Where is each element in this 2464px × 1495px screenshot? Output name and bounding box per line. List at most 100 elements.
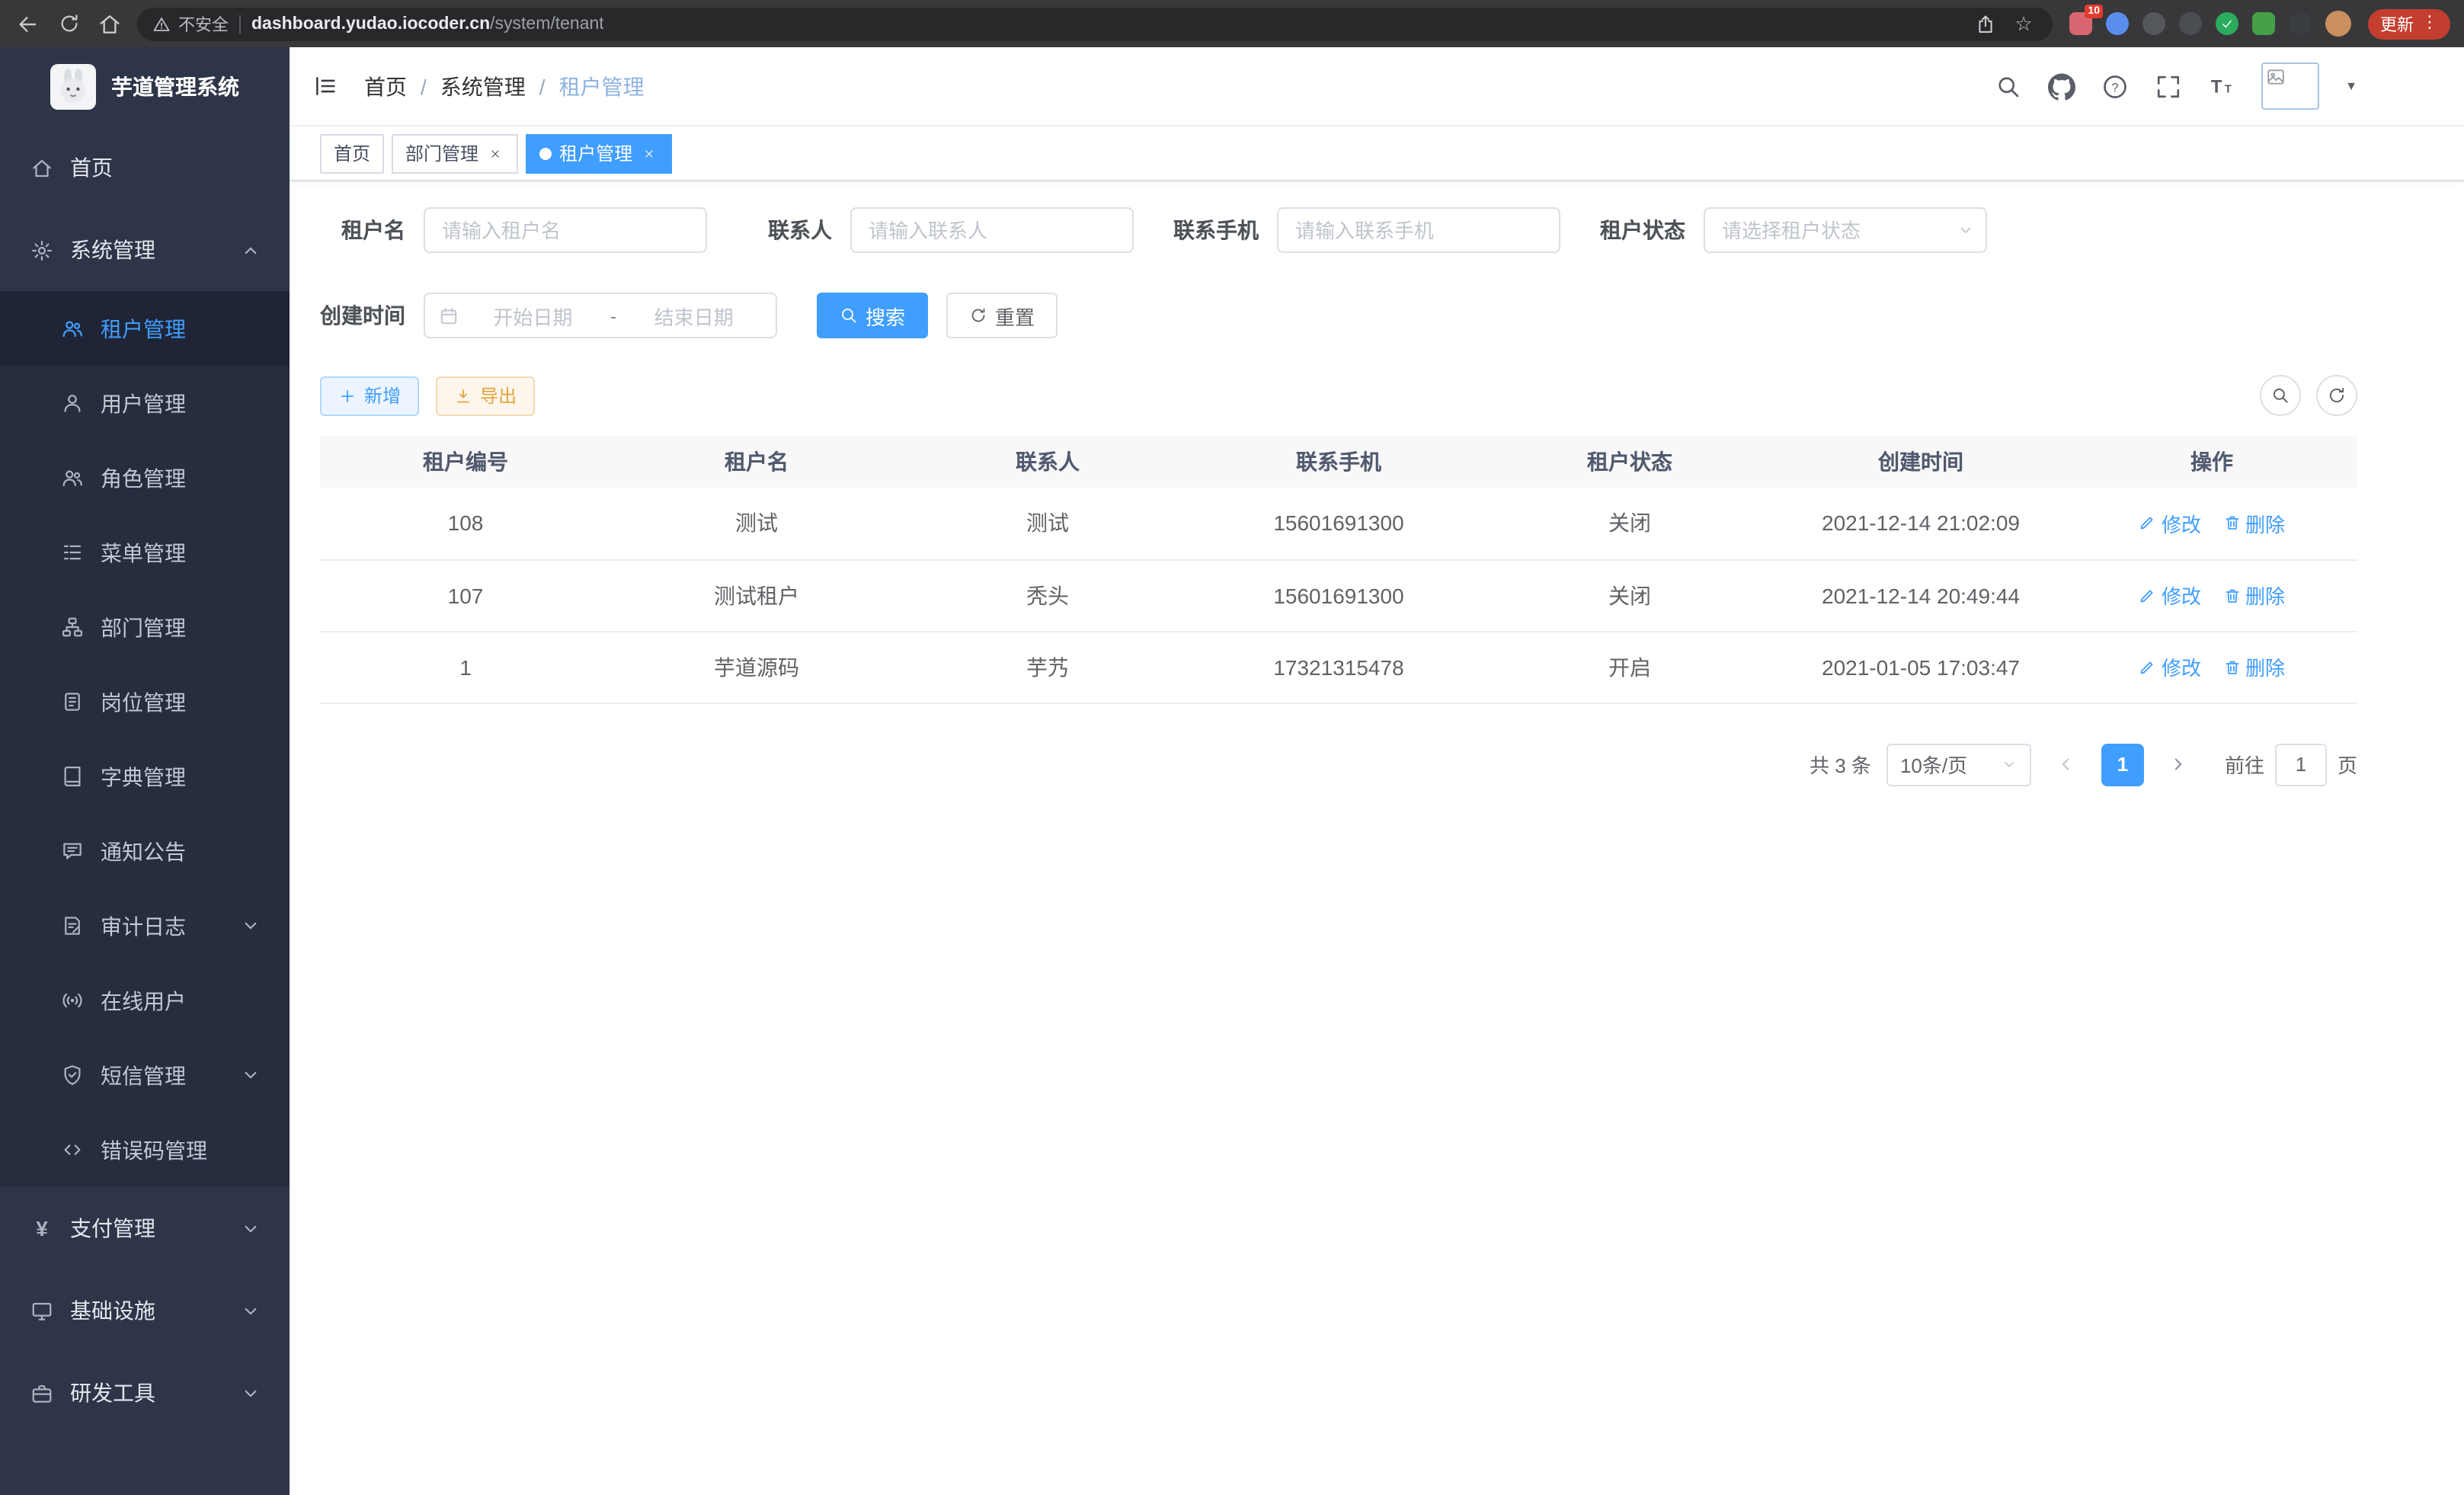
sidebar-item-dict[interactable]: 字典管理 <box>0 739 290 814</box>
chevron-down-icon <box>239 1217 262 1240</box>
tab-home[interactable]: 首页 <box>320 133 384 173</box>
edit-link[interactable]: 修改 <box>2139 581 2201 610</box>
date-end-placeholder[interactable]: 结束日期 <box>626 301 762 330</box>
refresh-table-button[interactable] <box>2316 375 2357 416</box>
id-card-icon <box>61 690 84 713</box>
update-button[interactable]: 更新 ⋮ <box>2368 8 2450 39</box>
reset-button[interactable]: 重置 <box>946 293 1058 338</box>
status-select-input[interactable] <box>1704 207 1987 253</box>
edit-link[interactable]: 修改 <box>2139 509 2201 538</box>
tab-tenant[interactable]: 租户管理 <box>526 133 672 173</box>
share-icon[interactable] <box>1972 10 1999 37</box>
tab-label: 首页 <box>334 140 370 166</box>
sidebar-item-home[interactable]: 首页 <box>0 126 290 209</box>
search-button[interactable]: 搜索 <box>817 293 928 338</box>
home-button[interactable] <box>96 10 123 37</box>
monitor-icon <box>30 1299 53 1322</box>
current-page[interactable]: 1 <box>2101 743 2144 786</box>
menu-label: 菜单管理 <box>101 537 262 568</box>
col-tenant-name: 租户名 <box>611 436 902 488</box>
breadcrumb-home[interactable]: 首页 <box>364 71 407 101</box>
org-tree-icon <box>61 616 84 639</box>
sidebar-item-menu[interactable]: 菜单管理 <box>0 515 290 590</box>
site-security[interactable]: 不安全 <box>152 11 229 36</box>
delete-link[interactable]: 删除 <box>2222 581 2285 610</box>
cell-mobile: 15601691300 <box>1193 488 1484 559</box>
address-bar[interactable]: 不安全 dashboard.yudao.iocoder.cn/system/te… <box>137 7 2053 40</box>
tab-label: 部门管理 <box>405 140 478 166</box>
sidebar-menu: 首页 系统管理 租户管理 用户管理 <box>0 126 290 1495</box>
cell-created: 2021-12-14 21:02:09 <box>1775 488 2066 559</box>
export-button[interactable]: 导出 <box>436 376 535 415</box>
profile-avatar[interactable] <box>2325 11 2351 37</box>
close-icon[interactable] <box>486 144 504 162</box>
edit-link[interactable]: 修改 <box>2139 652 2201 681</box>
extension-icon-2[interactable] <box>2106 12 2129 35</box>
prev-page-button[interactable] <box>2046 743 2086 786</box>
status-select[interactable] <box>1704 207 1987 253</box>
reload-button[interactable] <box>55 10 82 37</box>
mobile-input[interactable] <box>1277 207 1560 253</box>
sidebar-item-online-users[interactable]: 在线用户 <box>0 963 290 1038</box>
help-icon[interactable]: ? <box>2101 72 2129 100</box>
bookmark-star-icon[interactable]: ☆ <box>2010 10 2037 37</box>
broken-image-icon <box>2266 67 2286 87</box>
sidebar-item-audit-log[interactable]: 审计日志 <box>0 888 290 963</box>
table-toolbar: 新增 导出 <box>320 375 2357 416</box>
next-page-button[interactable] <box>2159 743 2199 786</box>
avatar-caret-icon[interactable]: ▼ <box>2345 79 2357 93</box>
delete-link[interactable]: 删除 <box>2222 652 2285 681</box>
code-icon <box>61 1138 84 1161</box>
breadcrumb-separator: / <box>539 74 546 98</box>
goto-page-input[interactable] <box>2275 743 2327 786</box>
extension-icon-6[interactable] <box>2252 12 2275 35</box>
back-button[interactable] <box>14 10 41 37</box>
toggle-search-button[interactable] <box>2260 375 2301 416</box>
cell-id: 108 <box>320 488 611 559</box>
calendar-icon <box>439 306 459 325</box>
sidebar-item-dept[interactable]: 部门管理 <box>0 590 290 664</box>
add-button[interactable]: 新增 <box>320 376 419 415</box>
cell-status: 开启 <box>1484 631 1775 703</box>
date-start-placeholder[interactable]: 开始日期 <box>465 301 601 330</box>
top-header: 首页 / 系统管理 / 租户管理 ? TT ▼ <box>290 47 2464 126</box>
table-row: 108 测试 测试 15601691300 关闭 2021-12-14 21:0… <box>320 488 2357 559</box>
breadcrumb-system[interactable]: 系统管理 <box>440 71 526 101</box>
user-avatar[interactable] <box>2261 62 2319 110</box>
sidebar-item-payment[interactable]: ¥ 支付管理 <box>0 1187 290 1269</box>
extension-icon-1[interactable]: 10 <box>2069 12 2092 35</box>
url-host: dashboard.yudao.iocoder.cn <box>251 14 490 33</box>
sidebar-item-error-code[interactable]: 错误码管理 <box>0 1112 290 1187</box>
page-size-select[interactable]: 10条/页 <box>1886 743 2031 786</box>
github-icon[interactable] <box>2048 72 2075 100</box>
pagination: 共 3 条 10条/页 1 前往 页 <box>320 743 2357 786</box>
sidebar-item-role[interactable]: 角色管理 <box>0 440 290 515</box>
users-icon <box>61 466 84 489</box>
sidebar-item-infra[interactable]: 基础设施 <box>0 1269 290 1352</box>
reset-button-label: 重置 <box>995 301 1035 330</box>
contact-input[interactable] <box>850 207 1134 253</box>
tenant-name-input[interactable] <box>424 207 707 253</box>
extension-icon-7[interactable] <box>2289 12 2312 35</box>
font-size-icon[interactable]: TT <box>2208 72 2235 100</box>
sidebar-item-system[interactable]: 系统管理 <box>0 209 290 291</box>
close-icon[interactable] <box>640 144 658 162</box>
sidebar-item-post[interactable]: 岗位管理 <box>0 664 290 739</box>
sidebar-item-devtools[interactable]: 研发工具 <box>0 1352 290 1434</box>
col-tenant-id: 租户编号 <box>320 436 611 488</box>
fullscreen-icon[interactable] <box>2155 72 2182 100</box>
extension-icon-5[interactable] <box>2216 12 2238 35</box>
sidebar-collapse-button[interactable] <box>312 73 338 99</box>
sidebar-item-sms[interactable]: 短信管理 <box>0 1038 290 1112</box>
extension-icon-3[interactable] <box>2142 12 2165 35</box>
sidebar-item-tenant[interactable]: 租户管理 <box>0 291 290 366</box>
edit-icon <box>2139 658 2157 676</box>
sidebar-item-user[interactable]: 用户管理 <box>0 366 290 440</box>
sidebar-item-notice[interactable]: 通知公告 <box>0 814 290 888</box>
tenant-name-label: 租户名 <box>320 215 424 245</box>
extension-icon-4[interactable] <box>2179 12 2202 35</box>
delete-link[interactable]: 删除 <box>2222 509 2285 538</box>
date-range-picker[interactable]: 开始日期 - 结束日期 <box>424 293 777 338</box>
tab-dept[interactable]: 部门管理 <box>392 133 518 173</box>
search-icon[interactable] <box>1995 72 2022 100</box>
